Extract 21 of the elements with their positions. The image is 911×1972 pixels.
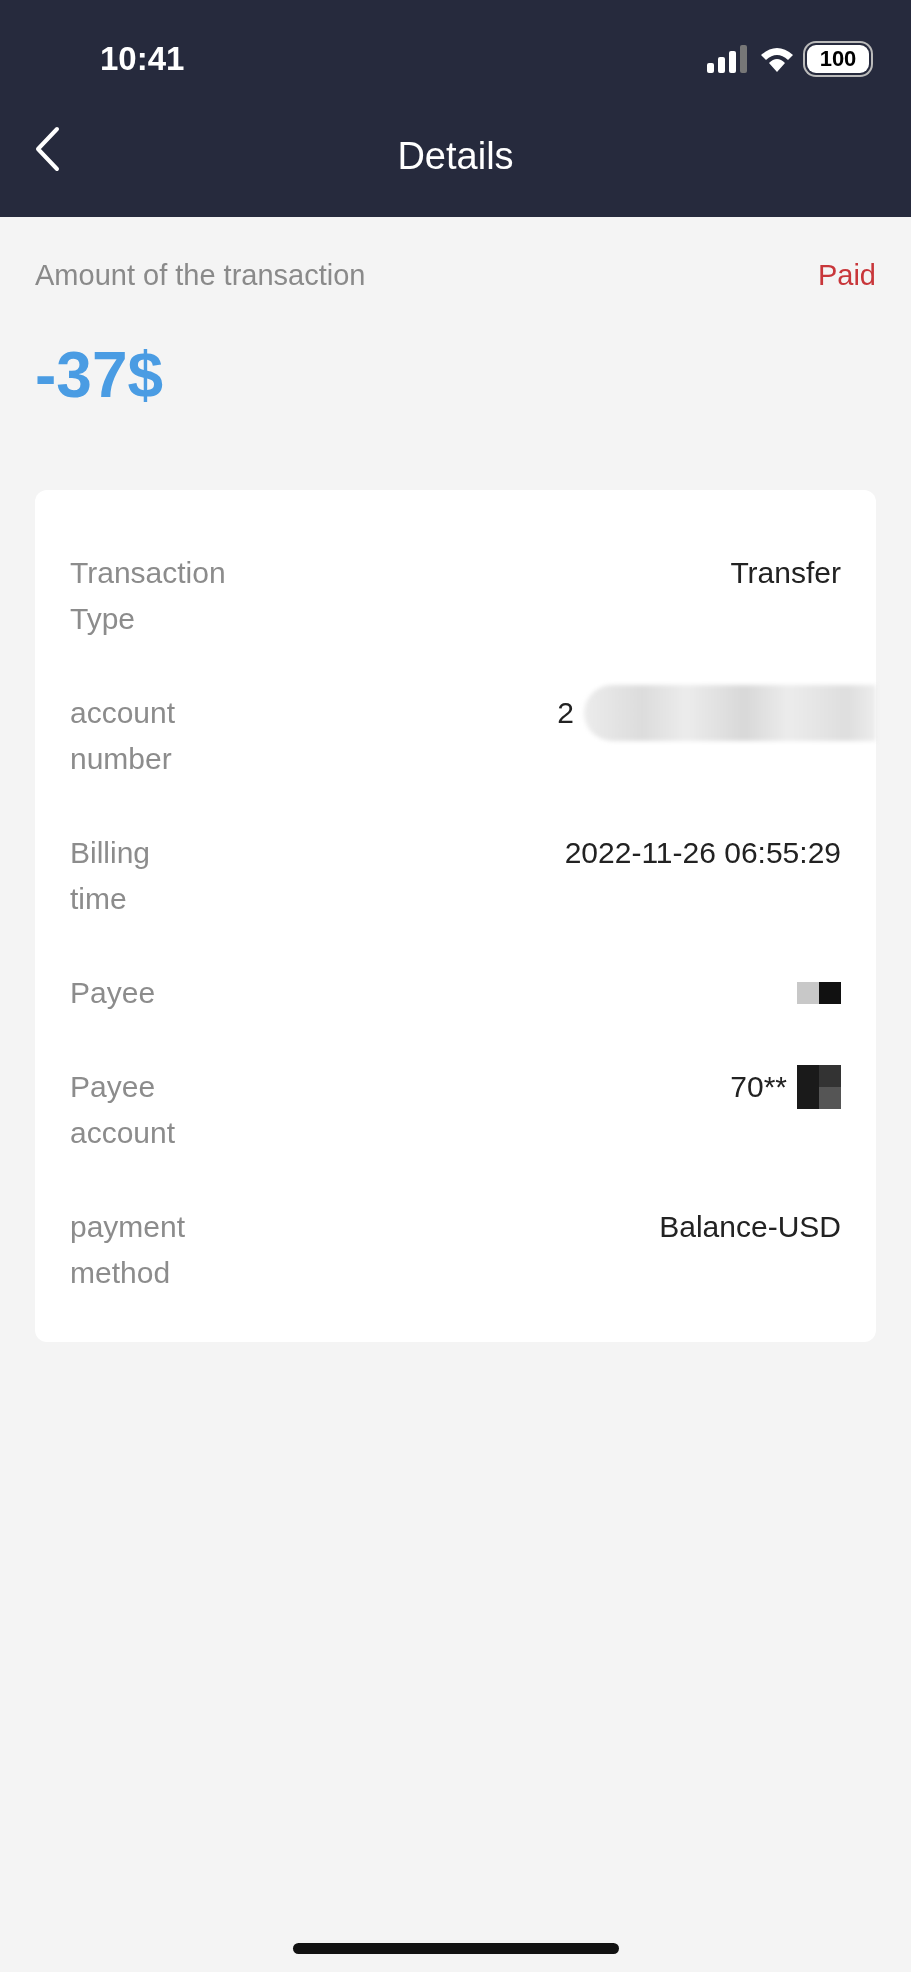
detail-label: Payee account xyxy=(70,1069,176,1151)
redaction-block xyxy=(797,982,841,1004)
detail-value: Balance-USD xyxy=(659,1209,841,1245)
wifi-icon xyxy=(759,45,795,73)
detail-label: Billing time xyxy=(70,835,151,917)
detail-value: 2022-11-26 06:55:29 xyxy=(564,835,841,871)
detail-value: 70** xyxy=(730,1069,787,1105)
status-time: 10:41 xyxy=(100,40,185,78)
amount-label: Amount of the transaction xyxy=(35,259,366,292)
back-icon[interactable] xyxy=(34,126,60,172)
detail-value: Transfer xyxy=(730,555,841,591)
signal-icon xyxy=(707,45,747,73)
detail-label: account number xyxy=(70,695,176,777)
amount-value: -37$ xyxy=(35,338,165,412)
detail-label: Payee xyxy=(70,975,156,1011)
detail-label: payment method xyxy=(70,1209,186,1291)
status-label: Paid xyxy=(817,259,876,292)
detail-value: 2 xyxy=(557,695,574,731)
detail-label: Transaction Type xyxy=(70,555,226,637)
page-title: Details xyxy=(397,135,514,178)
redaction-block xyxy=(797,1065,841,1109)
